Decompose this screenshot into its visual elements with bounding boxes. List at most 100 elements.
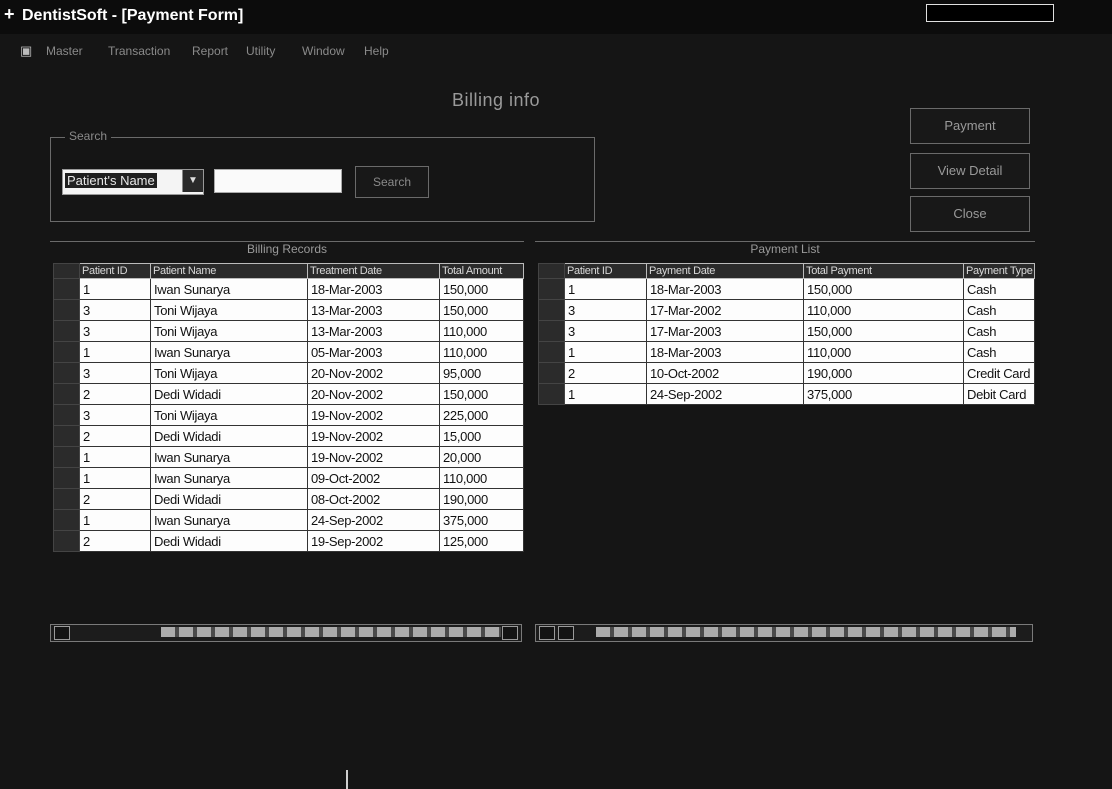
grid-cell[interactable]: 3 <box>79 362 151 384</box>
menu-utility[interactable]: Utility <box>246 44 275 58</box>
grid-cell[interactable]: 125,000 <box>439 530 524 552</box>
column-header-treatment-date[interactable]: Treatment Date <box>307 263 440 279</box>
grid-cell[interactable]: 24-Sep-2002 <box>646 383 804 405</box>
grid-cell[interactable]: Iwan Sunarya <box>150 467 308 489</box>
row-selector[interactable] <box>53 467 80 489</box>
grid-cell[interactable]: 2 <box>79 425 151 447</box>
row-selector[interactable] <box>53 509 80 531</box>
row-selector[interactable] <box>53 320 80 342</box>
payment-row[interactable]: 1 24-Sep-2002 375,000 Debit Card <box>538 383 1035 405</box>
row-selector[interactable] <box>538 278 565 300</box>
row-selector[interactable] <box>53 383 80 405</box>
grid-cell[interactable]: 110,000 <box>439 341 524 363</box>
row-selector[interactable] <box>53 404 80 426</box>
payment-grid-scrollbar[interactable] <box>535 624 1033 642</box>
grid-cell[interactable]: Iwan Sunarya <box>150 509 308 531</box>
close-button[interactable]: Close <box>910 196 1030 232</box>
grid-cell[interactable]: 1 <box>564 383 647 405</box>
grid-cell[interactable]: 17-Mar-2002 <box>646 299 804 321</box>
scroll-right-button[interactable] <box>502 626 518 640</box>
grid-cell[interactable]: Toni Wijaya <box>150 320 308 342</box>
grid-cell[interactable]: 1 <box>564 341 647 363</box>
grid-cell[interactable]: Debit Card <box>963 383 1035 405</box>
grid-cell[interactable]: 15,000 <box>439 425 524 447</box>
grid-cell[interactable]: Credit Card <box>963 362 1035 384</box>
billing-row[interactable]: 1 Iwan Sunarya 05-Mar-2003 110,000 <box>53 341 524 363</box>
row-selector[interactable] <box>538 362 565 384</box>
grid-cell[interactable]: 2 <box>79 383 151 405</box>
grid-cell[interactable]: 20,000 <box>439 446 524 468</box>
row-selector[interactable] <box>538 299 565 321</box>
grid-cell[interactable]: 375,000 <box>439 509 524 531</box>
payment-row[interactable]: 2 10-Oct-2002 190,000 Credit Card <box>538 362 1035 384</box>
view-detail-button[interactable]: View Detail <box>910 153 1030 189</box>
grid-cell[interactable]: 110,000 <box>803 299 964 321</box>
menu-help[interactable]: Help <box>364 44 389 58</box>
scroll-page-button[interactable] <box>558 626 574 640</box>
billing-row[interactable]: 1 Iwan Sunarya 24-Sep-2002 375,000 <box>53 509 524 531</box>
window-controls[interactable] <box>926 4 1054 22</box>
billing-grid[interactable]: Patient ID Patient Name Treatment Date T… <box>53 263 524 552</box>
column-header-patient-id[interactable]: Patient ID <box>564 263 647 279</box>
grid-cell[interactable]: 150,000 <box>439 278 524 300</box>
scroll-track[interactable] <box>161 627 501 637</box>
grid-cell[interactable]: 375,000 <box>803 383 964 405</box>
row-selector[interactable] <box>53 362 80 384</box>
billing-row[interactable]: 3 Toni Wijaya 20-Nov-2002 95,000 <box>53 362 524 384</box>
search-input[interactable] <box>214 169 342 193</box>
billing-grid-scrollbar[interactable] <box>50 624 522 642</box>
column-header-payment-date[interactable]: Payment Date <box>646 263 804 279</box>
grid-cell[interactable]: 19-Nov-2002 <box>307 446 440 468</box>
billing-row[interactable]: 2 Dedi Widadi 08-Oct-2002 190,000 <box>53 488 524 510</box>
grid-cell[interactable]: 3 <box>79 320 151 342</box>
payment-row[interactable]: 1 18-Mar-2003 110,000 Cash <box>538 341 1035 363</box>
menu-transaction[interactable]: Transaction <box>108 44 170 58</box>
grid-cell[interactable]: 150,000 <box>439 299 524 321</box>
grid-cell[interactable]: Toni Wijaya <box>150 404 308 426</box>
grid-cell[interactable]: 19-Sep-2002 <box>307 530 440 552</box>
payment-row[interactable]: 3 17-Mar-2003 150,000 Cash <box>538 320 1035 342</box>
row-selector[interactable] <box>538 383 565 405</box>
grid-cell[interactable]: 1 <box>564 278 647 300</box>
payment-row[interactable]: 1 18-Mar-2003 150,000 Cash <box>538 278 1035 300</box>
grid-cell[interactable]: 190,000 <box>803 362 964 384</box>
search-button[interactable]: Search <box>355 166 429 198</box>
row-selector[interactable] <box>538 341 565 363</box>
column-header-patient-name[interactable]: Patient Name <box>150 263 308 279</box>
grid-cell[interactable]: 150,000 <box>803 320 964 342</box>
grid-cell[interactable]: 110,000 <box>439 467 524 489</box>
grid-cell[interactable]: 2 <box>79 488 151 510</box>
row-selector[interactable] <box>53 299 80 321</box>
mdi-child-icon[interactable]: ▣ <box>20 43 32 59</box>
grid-cell[interactable]: 150,000 <box>803 278 964 300</box>
row-selector[interactable] <box>53 425 80 447</box>
payment-row[interactable]: 3 17-Mar-2002 110,000 Cash <box>538 299 1035 321</box>
grid-cell[interactable]: 18-Mar-2003 <box>646 278 804 300</box>
billing-row[interactable]: 1 Iwan Sunarya 09-Oct-2002 110,000 <box>53 467 524 489</box>
row-selector[interactable] <box>53 488 80 510</box>
grid-cell[interactable]: 19-Nov-2002 <box>307 425 440 447</box>
menu-window[interactable]: Window <box>302 44 345 58</box>
grid-cell[interactable]: Dedi Widadi <box>150 425 308 447</box>
grid-cell[interactable]: 19-Nov-2002 <box>307 404 440 426</box>
billing-row[interactable]: 2 Dedi Widadi 20-Nov-2002 150,000 <box>53 383 524 405</box>
grid-cell[interactable]: 20-Nov-2002 <box>307 362 440 384</box>
payment-button[interactable]: Payment <box>910 108 1030 144</box>
grid-cell[interactable]: 18-Mar-2003 <box>307 278 440 300</box>
grid-cell[interactable]: 3 <box>79 404 151 426</box>
grid-cell[interactable]: 18-Mar-2003 <box>646 341 804 363</box>
grid-cell[interactable]: Cash <box>963 278 1035 300</box>
row-selector[interactable] <box>53 341 80 363</box>
grid-cell[interactable]: 20-Nov-2002 <box>307 383 440 405</box>
grid-cell[interactable]: 110,000 <box>439 320 524 342</box>
billing-row[interactable]: 3 Toni Wijaya 13-Mar-2003 150,000 <box>53 299 524 321</box>
grid-cell[interactable]: Dedi Widadi <box>150 383 308 405</box>
billing-row[interactable]: 1 Iwan Sunarya 18-Mar-2003 150,000 <box>53 278 524 300</box>
chevron-down-icon[interactable]: ▼ <box>182 170 203 192</box>
grid-cell[interactable]: Dedi Widadi <box>150 488 308 510</box>
grid-cell[interactable]: Toni Wijaya <box>150 362 308 384</box>
grid-cell[interactable]: Cash <box>963 299 1035 321</box>
column-header-payment-type[interactable]: Payment Type <box>963 263 1035 279</box>
column-header-total-payment[interactable]: Total Payment <box>803 263 964 279</box>
scroll-left-button[interactable] <box>54 626 70 640</box>
